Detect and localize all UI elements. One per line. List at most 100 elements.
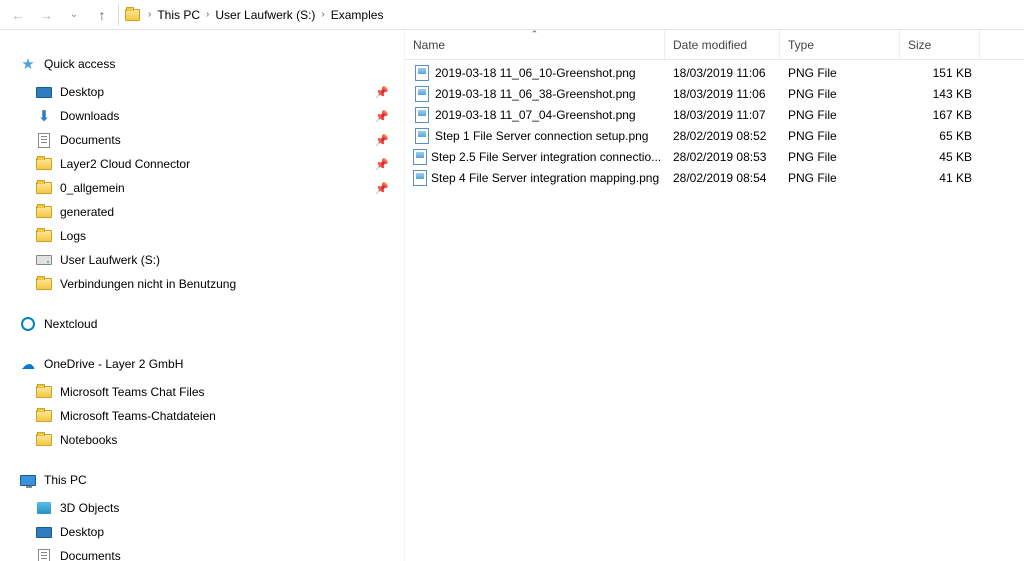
nav-item-label: Documents <box>60 133 370 147</box>
nav-nextcloud[interactable]: Nextcloud <box>14 312 404 336</box>
nav-item[interactable]: Notebooks <box>14 428 404 452</box>
folder-icon <box>34 406 54 426</box>
address-toolbar: ← → ⌄ ↑ › This PC › User Laufwerk (S:) ›… <box>0 0 1024 30</box>
nav-item[interactable]: ⬇Downloads📌 <box>14 104 404 128</box>
folder-icon <box>34 178 54 198</box>
nav-item[interactable]: Desktop📌 <box>14 80 404 104</box>
sort-indicator-icon: ⌃ <box>531 29 539 40</box>
nav-quick-access[interactable]: ★ Quick access <box>14 52 404 76</box>
png-file-icon <box>413 128 431 144</box>
file-date-cell: 28/02/2019 08:54 <box>665 171 780 185</box>
pin-icon: 📌 <box>370 86 394 99</box>
document-icon <box>34 546 54 561</box>
nav-item[interactable]: Microsoft Teams Chat Files <box>14 380 404 404</box>
breadcrumb-part[interactable]: Examples <box>327 6 388 24</box>
file-list-pane: Name ⌃ Date modified Type Size 2019-03-1… <box>405 30 1024 561</box>
file-type-cell: PNG File <box>780 150 900 164</box>
nav-item[interactable]: Logs <box>14 224 404 248</box>
nav-item-label: Desktop <box>60 525 404 539</box>
document-icon <box>34 130 54 150</box>
file-size-cell: 41 KB <box>900 171 980 185</box>
nav-nextcloud-icon <box>18 314 38 334</box>
file-row[interactable]: 2019-03-18 11_06_10-Greenshot.png 18/03/2… <box>405 62 1024 83</box>
nav-item-label: Layer2 Cloud Connector <box>60 157 370 171</box>
nav-item[interactable]: Documents <box>14 544 404 561</box>
png-file-icon <box>413 107 431 123</box>
file-type-cell: PNG File <box>780 171 900 185</box>
nav-item[interactable]: User Laufwerk (S:) <box>14 248 404 272</box>
chevron-right-icon[interactable]: › <box>146 9 153 20</box>
nav-this-pc-icon <box>18 470 38 490</box>
file-row[interactable]: Step 4 File Server integration mapping.p… <box>405 167 1024 188</box>
address-folder-icon[interactable] <box>118 4 140 26</box>
breadcrumb-part[interactable]: User Laufwerk (S:) <box>211 6 319 24</box>
nav-item-label: Logs <box>60 229 404 243</box>
nav-item-label: 0_allgemein <box>60 181 370 195</box>
nav-item[interactable]: 3D Objects <box>14 496 404 520</box>
chevron-right-icon[interactable]: › <box>204 9 211 20</box>
nav-item[interactable]: Microsoft Teams-Chatdateien <box>14 404 404 428</box>
breadcrumb[interactable]: › This PC › User Laufwerk (S:) › Example… <box>142 3 1020 27</box>
pin-icon: 📌 <box>370 110 394 123</box>
pin-icon: 📌 <box>370 158 394 171</box>
nav-item[interactable]: Layer2 Cloud Connector📌 <box>14 152 404 176</box>
png-file-icon <box>413 149 427 165</box>
column-headers: Name ⌃ Date modified Type Size <box>405 30 1024 60</box>
file-size-cell: 65 KB <box>900 129 980 143</box>
file-row[interactable]: 2019-03-18 11_06_38-Greenshot.png18/03/2… <box>405 83 1024 104</box>
nav-this-pc[interactable]: This PC <box>14 468 404 492</box>
file-size-cell: 151 KB <box>900 66 980 80</box>
up-button[interactable]: ↑ <box>88 1 116 29</box>
nav-item-label: generated <box>60 205 404 219</box>
chevron-right-icon[interactable]: › <box>319 9 326 20</box>
file-name-cell: Step 2.5 File Server integration connect… <box>405 149 665 165</box>
file-row[interactable]: Step 1 File Server connection setup.png2… <box>405 125 1024 146</box>
nav-quick-access-label: Quick access <box>44 57 404 71</box>
nav-onedrive[interactable]: ☁ OneDrive - Layer 2 GmbH <box>14 352 404 376</box>
nav-this-pc-label: This PC <box>44 473 404 487</box>
forward-button[interactable]: → <box>32 1 60 29</box>
nav-quick-access-icon: ★ <box>18 54 38 74</box>
pin-icon: 📌 <box>370 182 394 195</box>
pin-icon: 📌 <box>370 134 394 147</box>
file-type-cell: PNG File <box>780 87 900 101</box>
file-row[interactable]: 2019-03-18 11_07_04-Greenshot.png18/03/2… <box>405 104 1024 125</box>
back-button[interactable]: ← <box>4 1 32 29</box>
file-name-cell: 2019-03-18 11_06_10-Greenshot.png <box>405 65 665 81</box>
column-label: Name <box>413 38 445 52</box>
column-header-date[interactable]: Date modified <box>665 30 780 59</box>
breadcrumb-part[interactable]: This PC <box>153 6 204 24</box>
nav-item-label: Downloads <box>60 109 370 123</box>
file-date-cell: 18/03/2019 11:06 <box>665 87 780 101</box>
file-type-cell: PNG File <box>780 66 900 80</box>
recent-locations-dropdown[interactable]: ⌄ <box>60 1 88 29</box>
file-type-cell: PNG File <box>780 129 900 143</box>
file-date-cell: 18/03/2019 11:06 <box>665 66 780 80</box>
png-file-icon <box>413 170 427 186</box>
file-date-cell: 28/02/2019 08:53 <box>665 150 780 164</box>
nav-item[interactable]: Documents📌 <box>14 128 404 152</box>
column-label: Size <box>908 38 931 52</box>
nav-item[interactable]: generated <box>14 200 404 224</box>
nav-onedrive-icon: ☁ <box>18 354 38 374</box>
file-type-cell: PNG File <box>780 108 900 122</box>
column-header-name[interactable]: Name ⌃ <box>405 30 665 59</box>
nav-item[interactable]: Verbindungen nicht in Benutzung <box>14 272 404 296</box>
file-row[interactable]: Step 2.5 File Server integration connect… <box>405 146 1024 167</box>
nav-item[interactable]: 0_allgemein📌 <box>14 176 404 200</box>
nav-item[interactable]: Desktop <box>14 520 404 544</box>
3d-icon <box>34 498 54 518</box>
file-name: Step 2.5 File Server integration connect… <box>431 150 661 164</box>
desktop-icon <box>34 522 54 542</box>
folder-icon <box>34 154 54 174</box>
file-rows: 2019-03-18 11_06_10-Greenshot.png 18/03/2… <box>405 60 1024 188</box>
file-name-cell: Step 1 File Server connection setup.png <box>405 128 665 144</box>
file-name-cell: 2019-03-18 11_06_38-Greenshot.png <box>405 86 665 102</box>
file-name: Step 1 File Server connection setup.png <box>435 129 648 143</box>
file-name: 2019-03-18 11_06_10-Greenshot.png <box>435 66 636 80</box>
nav-onedrive-label: OneDrive - Layer 2 GmbH <box>44 357 404 371</box>
column-header-type[interactable]: Type <box>780 30 900 59</box>
folder-icon <box>34 274 54 294</box>
desktop-icon <box>34 82 54 102</box>
column-header-size[interactable]: Size <box>900 30 980 59</box>
